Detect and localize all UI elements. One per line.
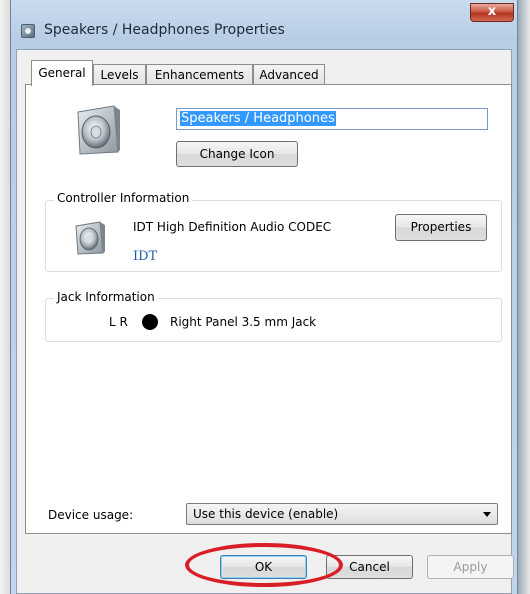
apply-button[interactable]: Apply: [427, 555, 514, 579]
tab-levels[interactable]: Levels: [93, 64, 146, 85]
change-icon-button[interactable]: Change Icon: [176, 141, 298, 167]
controller-information-title: Controller Information: [54, 191, 193, 205]
tab-general[interactable]: General: [31, 60, 93, 86]
device-usage-select[interactable]: Use this device (enable): [186, 503, 498, 525]
device-name-input[interactable]: Speakers / Headphones: [176, 108, 488, 130]
controller-properties-button[interactable]: Properties: [395, 214, 487, 241]
codec-name: IDT High Definition Audio CODEC: [133, 220, 332, 234]
device-name-selected-text: Speakers / Headphones: [180, 111, 336, 126]
jack-color-icon: [142, 314, 158, 330]
tab-advanced[interactable]: Advanced: [253, 64, 325, 85]
dropdown-arrow-icon: [483, 512, 491, 517]
close-button[interactable]: x: [470, 3, 514, 22]
speaker-app-icon: [21, 24, 35, 38]
jack-description: Right Panel 3.5 mm Jack: [170, 315, 317, 329]
codec-speaker-icon: [75, 221, 105, 255]
left-background-edge: [0, 0, 10, 594]
tab-enhancements[interactable]: Enhancements: [146, 64, 253, 85]
tab-strip: General Levels Enhancements Advanced: [23, 60, 513, 86]
jack-channels: L R: [109, 315, 128, 329]
codec-vendor-link[interactable]: IDT: [133, 249, 157, 264]
ok-highlight-circle: [185, 543, 343, 587]
device-usage-label: Device usage:: [48, 508, 134, 522]
right-background-edge: [518, 0, 530, 594]
device-usage-value: Use this device (enable): [193, 507, 339, 521]
speaker-device-icon: [77, 105, 120, 155]
window-title: Speakers / Headphones Properties: [44, 22, 285, 38]
jack-information-title: Jack Information: [54, 290, 158, 304]
